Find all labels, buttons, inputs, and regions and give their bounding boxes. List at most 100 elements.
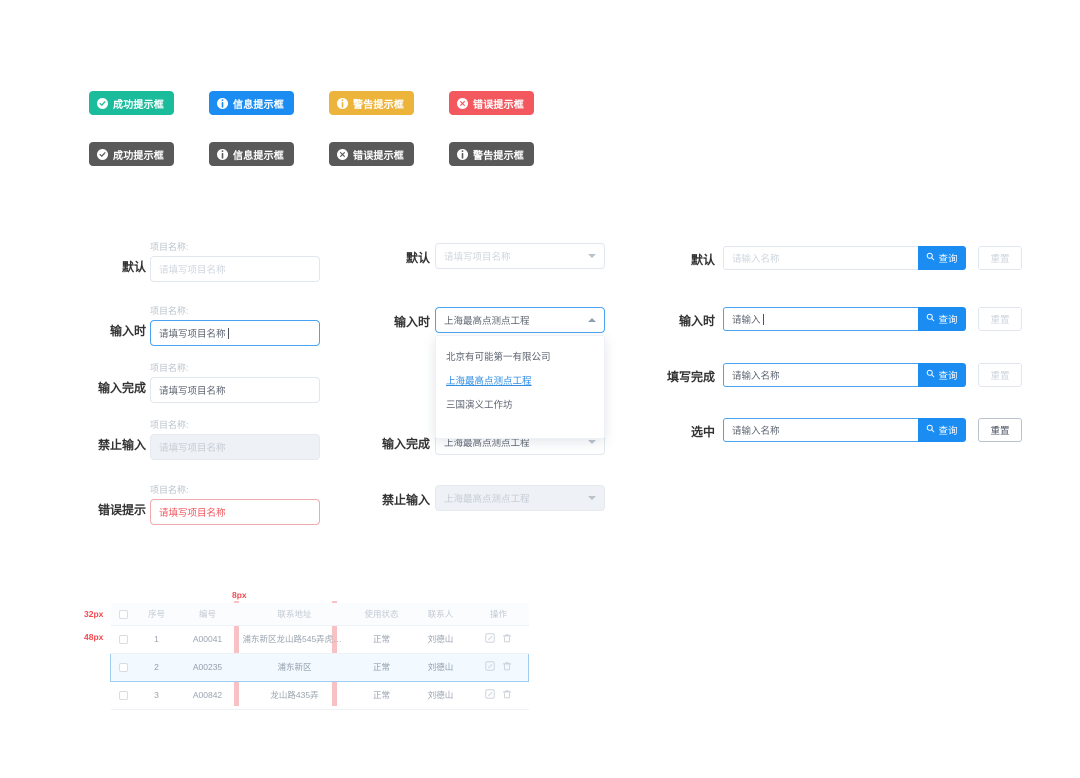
checkbox-icon[interactable] xyxy=(119,663,129,673)
chevron-up-icon xyxy=(588,318,596,322)
cell-status-text: 正常 xyxy=(372,662,390,672)
query-button[interactable]: 查询 xyxy=(918,307,966,331)
table-row[interactable]: 3 A00842 龙山路435弄 正常 刘德山 xyxy=(110,681,529,710)
cell-code-text: A00842 xyxy=(192,690,223,700)
select-option[interactable]: 三国演义工作坊 xyxy=(436,392,604,416)
row-checkbox[interactable] xyxy=(110,652,137,682)
cell-index-text: 3 xyxy=(154,690,159,700)
cell-code-text: A00235 xyxy=(192,662,223,672)
warning-circle-icon xyxy=(457,148,468,160)
reset-button[interactable]: 重置 xyxy=(978,418,1022,442)
edit-icon[interactable] xyxy=(485,661,495,671)
edit-icon[interactable] xyxy=(485,689,495,699)
cell-code-text: A00041 xyxy=(192,634,223,644)
search-state-label: 填写完成 xyxy=(666,370,715,384)
select-state-label: 禁止输入 xyxy=(381,493,430,507)
data-table-wrapper: 序号 编号 联系地址 使用状态 联系人 操作 1 A00041 浦东新区龙山路545弄虎山小.… xyxy=(110,603,529,710)
search-input-value: 请输入名称 xyxy=(732,254,780,265)
checkbox-icon[interactable] xyxy=(119,609,128,619)
table-header-row: 序号 编号 联系地址 使用状态 联系人 操作 xyxy=(110,603,529,626)
cell-contact-text: 刘德山 xyxy=(427,662,454,672)
alert-chip-label: 错误提示框 xyxy=(353,150,404,162)
input-value-text: 请填写项目名称 xyxy=(159,386,226,397)
input-state-label: 输入时 xyxy=(109,324,146,338)
select-value-text: 上海最高点测点工程 xyxy=(444,316,530,327)
input-state-label: 禁止输入 xyxy=(97,438,146,452)
table-body: 1 A00041 浦东新区龙山路545弄虎山小... 正常 刘德山 2 A00235 浦东新区… xyxy=(110,625,529,710)
cell-address: 浦东新区 xyxy=(238,652,351,682)
select-all-checkbox[interactable] xyxy=(110,603,137,626)
error-circle-icon xyxy=(457,97,468,109)
cell-address: 浦东新区龙山路545弄虎山小... xyxy=(238,625,351,654)
alert-chip-label: 信息提示框 xyxy=(233,150,284,162)
search-input[interactable]: 请输入 xyxy=(723,307,918,331)
cell-status: 正常 xyxy=(350,652,413,682)
delete-icon[interactable] xyxy=(502,661,512,671)
cell-code: A00235 xyxy=(176,652,239,682)
reset-button[interactable]: 重置 xyxy=(978,307,1022,331)
cell-address-text: 浦东新区 xyxy=(277,662,312,672)
row-checkbox[interactable] xyxy=(110,625,137,654)
alert-colored-chip[interactable]: 警告提示框 xyxy=(329,91,414,115)
search-input[interactable]: 请输入名称 xyxy=(723,246,918,270)
alert-chip-label: 成功提示框 xyxy=(113,150,164,162)
reset-button[interactable]: 重置 xyxy=(978,363,1022,387)
search-icon xyxy=(926,313,935,325)
annotation-header-height: 32px xyxy=(84,609,104,619)
alert-colored-chip[interactable]: 成功提示框 xyxy=(89,91,174,115)
checkbox-icon[interactable] xyxy=(119,691,128,701)
query-button-label: 查询 xyxy=(938,254,958,265)
annotation-row-height: 48px xyxy=(84,632,104,642)
select-option[interactable]: 北京有可能第一有限公司 xyxy=(436,344,604,368)
project-select[interactable]: 上海最高点测点工程 xyxy=(435,307,605,333)
project-select[interactable]: 请填写项目名称 xyxy=(435,243,605,269)
table-column-header: 编号 xyxy=(176,603,239,626)
row-checkbox[interactable] xyxy=(110,681,137,710)
query-button-label: 查询 xyxy=(938,315,958,326)
input-value-text: 请填写项目名称 xyxy=(159,508,226,519)
cell-status-text: 正常 xyxy=(372,634,390,644)
input-caption: 项目名称: xyxy=(150,420,189,430)
alert-colored-chip[interactable]: 信息提示框 xyxy=(209,91,294,115)
check-circle-icon xyxy=(97,97,108,109)
project-name-input[interactable]: 请填写项目名称 xyxy=(150,256,320,282)
search-input[interactable]: 请输入名称 xyxy=(723,363,918,387)
delete-icon[interactable] xyxy=(502,689,512,699)
search-bar: 请输入名称 查询 重置 xyxy=(723,246,1022,270)
cell-contact: 刘德山 xyxy=(412,681,469,710)
alert-colored-chip[interactable]: 错误提示框 xyxy=(449,91,534,115)
project-name-input[interactable]: 请填写项目名称 xyxy=(150,377,320,403)
cell-index-text: 1 xyxy=(154,634,159,644)
alert-gray-chip[interactable]: 警告提示框 xyxy=(449,142,534,166)
project-name-input[interactable]: 请填写项目名称 xyxy=(150,499,320,525)
delete-icon[interactable] xyxy=(502,633,512,643)
search-input[interactable]: 请输入名称 xyxy=(723,418,918,442)
input-caption: 项目名称: xyxy=(150,306,189,316)
text-caret xyxy=(762,313,764,325)
chevron-down-icon xyxy=(588,440,596,444)
query-button[interactable]: 查询 xyxy=(918,363,966,387)
reset-button[interactable]: 重置 xyxy=(978,246,1022,270)
query-button[interactable]: 查询 xyxy=(918,246,966,270)
chevron-down-icon xyxy=(588,496,596,500)
alert-gray-chip[interactable]: 错误提示框 xyxy=(329,142,414,166)
input-state-label: 输入完成 xyxy=(97,381,146,395)
table-row[interactable]: 2 A00235 浦东新区 正常 刘德山 xyxy=(110,652,529,682)
edit-icon[interactable] xyxy=(485,633,495,643)
project-name-input[interactable]: 请填写项目名称 xyxy=(150,320,320,346)
cell-status-text: 正常 xyxy=(372,690,390,700)
table-row[interactable]: 1 A00041 浦东新区龙山路545弄虎山小... 正常 刘德山 xyxy=(110,625,529,654)
alert-gray-chip[interactable]: 成功提示框 xyxy=(89,142,174,166)
alert-gray-chip[interactable]: 信息提示框 xyxy=(209,142,294,166)
select-option[interactable]: 上海最高点测点工程 xyxy=(436,368,604,392)
input-state-label: 默认 xyxy=(121,260,146,274)
input-field-block: 项目名称: 请填写项目名称 xyxy=(150,304,320,346)
checkbox-icon[interactable] xyxy=(119,635,128,645)
table-column-header: 序号 xyxy=(136,603,177,626)
warning-circle-icon xyxy=(337,97,348,109)
input-value-text: 请填写项目名称 xyxy=(159,329,226,340)
cell-address: 龙山路435弄 xyxy=(238,681,351,710)
chevron-down-icon xyxy=(588,254,596,258)
query-button[interactable]: 查询 xyxy=(918,418,966,442)
search-bar: 请输入名称 查询 重置 xyxy=(723,418,1022,442)
